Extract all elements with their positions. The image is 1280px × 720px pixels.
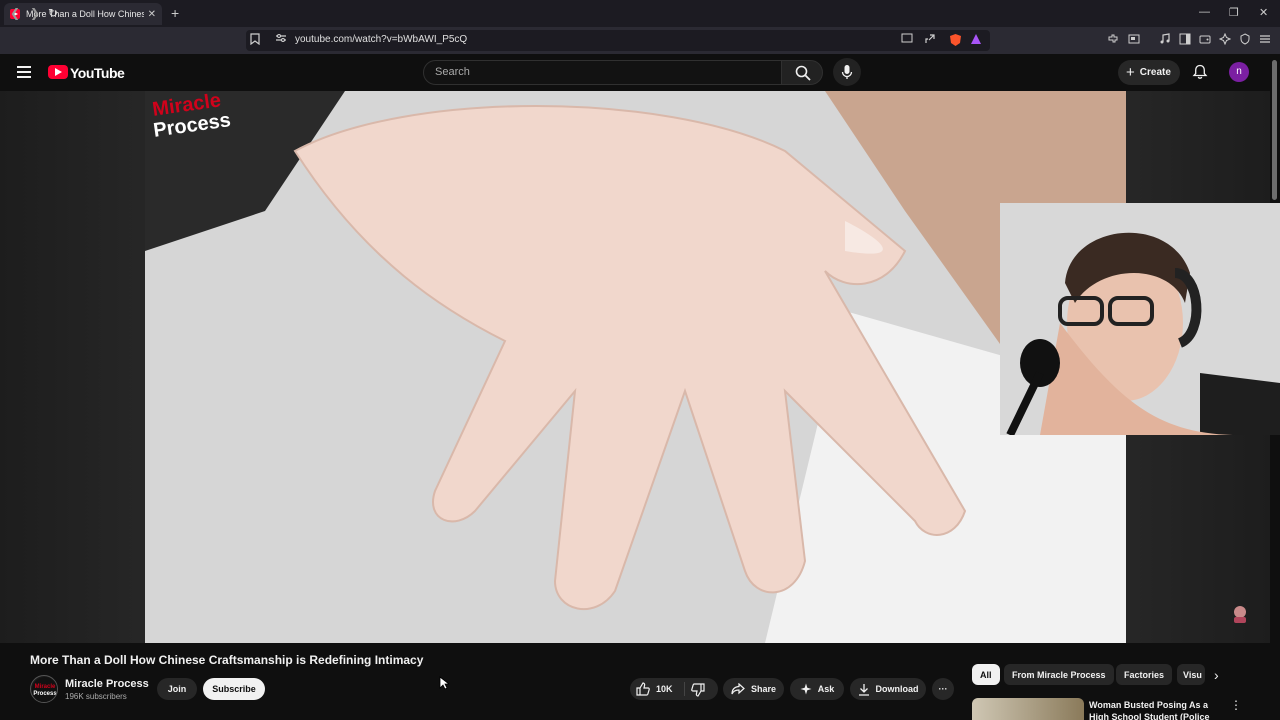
chips-next-icon[interactable]: › [1214, 667, 1219, 683]
channel-name[interactable]: Miracle Process [65, 678, 149, 690]
restore-button[interactable]: ❐ [1229, 6, 1239, 19]
plus-icon: + [1126, 64, 1135, 81]
page-scrollbar[interactable] [1272, 60, 1277, 200]
browser-tab-bar [0, 0, 1280, 27]
site-info-icon[interactable] [274, 33, 288, 47]
guide-menu-icon[interactable] [17, 66, 31, 78]
mouse-cursor-icon [439, 676, 449, 690]
cast-icon[interactable] [900, 33, 914, 47]
wallet-icon[interactable] [1198, 33, 1212, 47]
microphone-icon [841, 65, 853, 79]
subscribe-button[interactable]: Subscribe [203, 678, 265, 700]
share-label: Share [750, 684, 776, 694]
join-button[interactable]: Join [157, 678, 197, 700]
tab-title: More Than a Doll How Chinese Craftsmansh… [26, 9, 144, 19]
subscriber-count: 196K subscribers [65, 692, 127, 701]
reload-icon[interactable]: ↻ [48, 6, 58, 20]
media-icon[interactable] [1158, 33, 1172, 47]
sparkle-icon [800, 683, 812, 695]
recommended-title[interactable]: Woman Busted Posing As a High School Stu… [1089, 699, 1219, 720]
share-page-icon[interactable] [923, 33, 937, 47]
brave-shield-icon[interactable] [948, 33, 962, 47]
download-icon [858, 683, 869, 696]
tab-close-icon[interactable]: ✕ [148, 9, 156, 20]
sidebar-toggle-icon[interactable] [1178, 33, 1192, 47]
chip-from-miracle-process[interactable]: From Miracle Process [1004, 664, 1114, 685]
account-avatar[interactable]: n [1229, 62, 1249, 82]
chip-all[interactable]: All [972, 664, 1000, 685]
browser-tab[interactable]: More Than a Doll How Chinese Craftsmansh… [4, 3, 162, 25]
download-label: Download [875, 684, 919, 694]
more-actions-button[interactable]: ··· [932, 678, 954, 700]
webcam-overlay-image [1000, 203, 1280, 435]
share-icon [731, 683, 745, 695]
svg-text:Miracle: Miracle [35, 684, 56, 690]
new-tab-button[interactable]: + [171, 5, 179, 21]
download-button[interactable]: Download [850, 678, 926, 700]
create-button[interactable]: + Create [1118, 60, 1180, 85]
browser-menu-icon[interactable] [1258, 33, 1272, 47]
back-icon[interactable]: ❮ [10, 6, 20, 20]
video-player[interactable] [145, 91, 1126, 643]
youtube-logo-text[interactable]: YouTube [70, 65, 125, 81]
close-window-button[interactable]: ✕ [1259, 6, 1268, 19]
screenshot-icon[interactable] [1127, 33, 1141, 47]
chip-factories[interactable]: Factories [1116, 664, 1173, 685]
search-button[interactable] [781, 60, 823, 85]
like-divider [684, 682, 685, 696]
video-frame-hand-image [145, 91, 1126, 643]
chip-visual[interactable]: Visu [1177, 664, 1205, 685]
browser-toolbar [0, 27, 1280, 54]
like-count[interactable]: 10K [656, 684, 673, 694]
share-button[interactable]: Share [723, 678, 784, 700]
bookmark-icon[interactable] [248, 33, 262, 47]
channel-avatar[interactable]: Miracle Process [30, 675, 58, 703]
url-text[interactable]: youtube.com/watch?v=bWbAWI_P5cQ [295, 34, 467, 45]
rewards-icon[interactable] [969, 33, 983, 47]
extensions-icon[interactable] [1106, 33, 1120, 47]
leo-ai-icon[interactable] [1218, 32, 1232, 47]
channel-mascot-icon[interactable] [1231, 604, 1249, 624]
search-icon [795, 65, 811, 81]
recommended-more-icon[interactable]: ⋮ [1230, 698, 1242, 712]
create-label: Create [1139, 67, 1171, 78]
search-input[interactable]: Search [423, 60, 782, 85]
youtube-logo-icon[interactable] [48, 65, 68, 79]
voice-search-button[interactable] [833, 58, 861, 86]
recommended-thumbnail[interactable] [972, 698, 1084, 720]
ask-button[interactable]: Ask [790, 678, 844, 700]
forward-icon[interactable]: ❯ [30, 6, 40, 20]
notifications-bell-icon[interactable] [1192, 64, 1208, 80]
vpn-shield-icon[interactable] [1238, 33, 1252, 47]
minimize-button[interactable]: — [1199, 6, 1210, 18]
ask-label: Ask [817, 684, 835, 694]
dislike-icon[interactable] [691, 683, 705, 697]
video-title: More Than a Doll How Chinese Craftsmansh… [30, 653, 424, 667]
like-icon[interactable] [636, 682, 650, 696]
svg-text:Process: Process [33, 691, 57, 697]
